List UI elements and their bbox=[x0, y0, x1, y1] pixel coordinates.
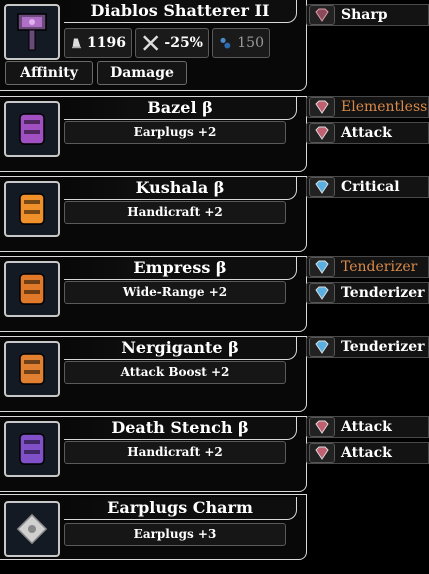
armor-panel: Empress β Wide-Range +2 bbox=[0, 256, 307, 332]
decoration-label: Critical bbox=[341, 179, 400, 195]
armor-panel: Nergigante β Attack Boost +2 bbox=[0, 336, 307, 412]
armor-icon bbox=[19, 353, 45, 385]
armor-skill: Handicraft +2 bbox=[64, 441, 286, 464]
affinity-button[interactable]: Affinity bbox=[5, 61, 93, 85]
element-value: 150 bbox=[237, 35, 264, 51]
charm-name: Earplugs Charm bbox=[64, 497, 297, 520]
armor-icon bbox=[19, 273, 45, 305]
decoration-slot[interactable]: Critical bbox=[306, 176, 429, 198]
charm-icon bbox=[16, 513, 48, 545]
weapon-decoration[interactable]: Sharp bbox=[306, 4, 429, 26]
decoration-label: Elementless bbox=[341, 99, 428, 115]
decoration-label: Attack bbox=[341, 445, 392, 461]
armor-skill: Wide-Range +2 bbox=[64, 281, 286, 304]
charm-slot[interactable] bbox=[4, 501, 60, 557]
decoration-label: Attack bbox=[341, 419, 392, 435]
armor-name: Empress β bbox=[64, 257, 297, 280]
gem-icon bbox=[309, 97, 335, 117]
decoration-slot[interactable]: Elementless bbox=[306, 96, 429, 118]
gem-icon bbox=[309, 337, 335, 357]
attack-icon bbox=[71, 38, 82, 49]
charm-skill: Earplugs +3 bbox=[64, 523, 286, 546]
gem-icon bbox=[309, 283, 335, 303]
armor-slot[interactable] bbox=[4, 421, 60, 477]
decoration-label: Tenderizer bbox=[341, 285, 425, 301]
charm-panel: Earplugs Charm Earplugs +3 bbox=[0, 494, 307, 560]
armor-skill: Handicraft +2 bbox=[64, 201, 286, 224]
gem-icon bbox=[309, 257, 335, 277]
armor-panel: Kushala β Handicraft +2 bbox=[0, 176, 307, 252]
gem-icon bbox=[309, 417, 335, 437]
armor-panel: Death Stench β Handicraft +2 bbox=[0, 416, 307, 492]
affinity-value: -25% bbox=[164, 35, 203, 51]
armor-icon bbox=[19, 113, 45, 145]
weapon-slot[interactable] bbox=[4, 4, 60, 60]
attack-value: 1196 bbox=[87, 35, 126, 51]
armor-icon bbox=[19, 433, 45, 465]
armor-name: Nergigante β bbox=[64, 337, 297, 360]
armor-slot[interactable] bbox=[4, 101, 60, 157]
decoration-slot[interactable]: Tenderizer bbox=[306, 282, 429, 304]
armor-slot[interactable] bbox=[4, 341, 60, 397]
decoration-slot[interactable]: Tenderizer bbox=[306, 336, 429, 358]
decoration-slot[interactable]: Attack bbox=[306, 442, 429, 464]
armor-slot[interactable] bbox=[4, 181, 60, 237]
armor-icon bbox=[19, 193, 45, 225]
gem-icon bbox=[309, 177, 335, 197]
armor-skill: Earplugs +2 bbox=[64, 121, 286, 144]
damage-button[interactable]: Damage bbox=[97, 61, 187, 85]
water-element-icon bbox=[220, 37, 231, 49]
armor-slot[interactable] bbox=[4, 261, 60, 317]
element-stat: 150 bbox=[212, 28, 270, 58]
decoration-slot[interactable]: Tenderizer bbox=[306, 256, 429, 278]
affinity-stat: -25% bbox=[135, 28, 209, 58]
decoration-label: Attack bbox=[341, 125, 392, 141]
gem-icon bbox=[309, 123, 335, 143]
decoration-label: Tenderizer bbox=[341, 259, 418, 275]
gem-icon bbox=[309, 443, 335, 463]
armor-skill: Attack Boost +2 bbox=[64, 361, 286, 384]
armor-name: Kushala β bbox=[64, 177, 297, 200]
gem-icon bbox=[309, 5, 335, 25]
crossed-swords-icon bbox=[143, 35, 159, 51]
armor-name: Bazel β bbox=[64, 97, 297, 120]
armor-name: Death Stench β bbox=[64, 417, 297, 440]
decoration-slot[interactable]: Attack bbox=[306, 122, 429, 144]
hammer-icon bbox=[17, 13, 47, 51]
attack-stat: 1196 bbox=[64, 28, 132, 58]
weapon-panel: Diablos Shatterer II 1196 -25% 150 Affin… bbox=[0, 0, 307, 91]
decoration-slot[interactable]: Attack bbox=[306, 416, 429, 438]
armor-panel: Bazel β Earplugs +2 bbox=[0, 96, 307, 172]
decoration-label: Tenderizer bbox=[341, 339, 425, 355]
weapon-name: Diablos Shatterer II bbox=[64, 0, 297, 23]
